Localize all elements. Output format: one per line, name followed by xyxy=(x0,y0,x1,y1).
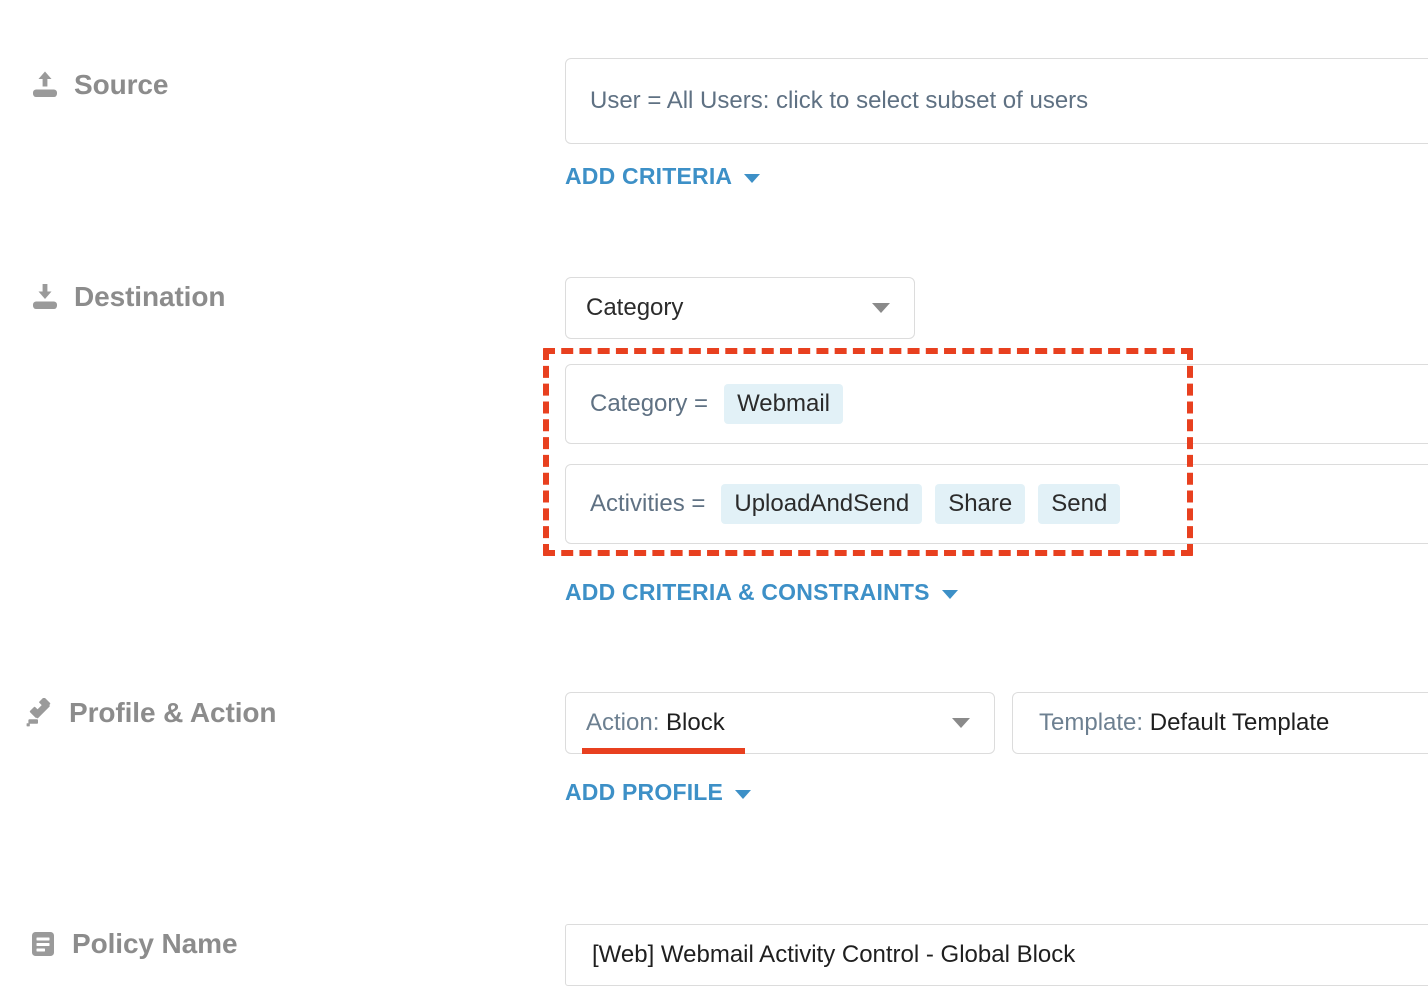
criteria-chip[interactable]: Send xyxy=(1038,484,1121,524)
gavel-icon xyxy=(25,698,55,728)
chevron-down-icon xyxy=(941,589,958,599)
policy-editor-form: Source User = All Users: click to select… xyxy=(0,0,1428,1006)
download-icon xyxy=(30,282,60,312)
section-label-text: Source xyxy=(74,69,169,100)
section-label-profile-action: Profile & Action xyxy=(25,697,276,729)
add-criteria-label: ADD CRITERIA xyxy=(565,163,733,189)
section-label-destination: Destination xyxy=(30,281,225,313)
add-criteria-constraints-link[interactable]: ADD CRITERIA & CONSTRAINTS xyxy=(565,579,958,606)
template-select[interactable]: Template: Default Template xyxy=(1012,692,1428,754)
source-user-value: User = All Users: click to select subset… xyxy=(590,87,1089,114)
criteria-row[interactable]: Activities = UploadAndSend Share Send xyxy=(565,464,1428,544)
criteria-chip[interactable]: Share xyxy=(935,484,1026,524)
criteria-chip[interactable]: Webmail xyxy=(724,384,843,424)
policy-name-value: [Web] Webmail Activity Control - Global … xyxy=(592,941,1076,968)
section-label-policy-name: Policy Name xyxy=(28,928,238,960)
criteria-key: Activities = xyxy=(590,490,706,517)
add-criteria-link[interactable]: ADD CRITERIA xyxy=(565,163,761,190)
destination-type-select[interactable]: Category xyxy=(565,277,915,339)
source-user-field[interactable]: User = All Users: click to select subset… xyxy=(565,58,1428,144)
action-prefix: Action: xyxy=(586,709,660,736)
add-criteria-constraints-label: ADD CRITERIA & CONSTRAINTS xyxy=(565,579,930,605)
section-label-source: Source xyxy=(30,69,168,101)
upload-icon xyxy=(30,70,60,100)
document-lines-icon xyxy=(28,929,58,959)
template-value: Default Template xyxy=(1149,709,1330,736)
chevron-down-icon xyxy=(744,173,761,183)
action-select[interactable]: Action: Block xyxy=(565,692,995,754)
action-underline-annotation xyxy=(582,748,745,754)
criteria-key: Category = xyxy=(590,390,709,417)
chevron-down-icon xyxy=(952,718,970,728)
section-label-text: Profile & Action xyxy=(69,697,277,728)
section-label-text: Policy Name xyxy=(72,928,238,959)
criteria-row[interactable]: Category = Webmail xyxy=(565,364,1428,444)
template-prefix: Template: xyxy=(1039,709,1144,736)
section-label-text: Destination xyxy=(74,281,226,312)
policy-name-input[interactable]: [Web] Webmail Activity Control - Global … xyxy=(565,924,1428,986)
chevron-down-icon xyxy=(872,303,890,313)
action-value: Block xyxy=(666,709,725,736)
add-profile-link[interactable]: ADD PROFILE xyxy=(565,779,752,806)
add-profile-label: ADD PROFILE xyxy=(565,779,724,805)
destination-type-value: Category xyxy=(586,294,684,321)
chevron-down-icon xyxy=(735,789,752,799)
criteria-chip[interactable]: UploadAndSend xyxy=(721,484,923,524)
criteria-chip-group: Webmail xyxy=(724,384,843,424)
criteria-chip-group: UploadAndSend Share Send xyxy=(721,484,1121,524)
